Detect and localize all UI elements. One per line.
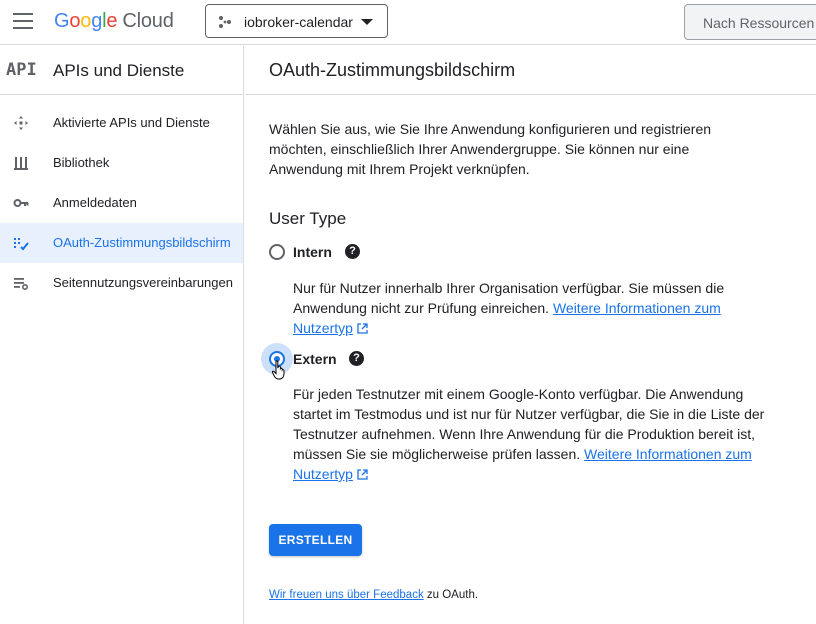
- sidebar-item-label: Anmeldedaten: [53, 195, 137, 210]
- external-link-icon: [357, 469, 368, 480]
- sidebar-header: API APIs und Dienste: [0, 46, 243, 95]
- chevron-down-icon: [361, 19, 373, 25]
- consent-screen-icon: [14, 238, 29, 251]
- sidebar-item-label: Aktivierte APIs und Dienste: [53, 115, 210, 130]
- sidebar-item-enabled-apis[interactable]: Aktivierte APIs und Dienste: [0, 103, 243, 143]
- sidebar-item-label: Bibliothek: [53, 155, 110, 170]
- sidebar-item-label: Seitennutzungsvereinbarungen: [53, 275, 233, 290]
- external-link-icon: [357, 323, 368, 334]
- radio-intern[interactable]: [269, 244, 285, 260]
- page-title: OAuth-Zustimmungsbildschirm: [269, 60, 516, 80]
- sidebar-item-credentials[interactable]: Anmeldedaten: [0, 183, 243, 223]
- key-icon: [13, 199, 29, 207]
- library-icon: [14, 157, 28, 170]
- main-header: OAuth-Zustimmungsbildschirm: [245, 46, 816, 95]
- diamond-arrows-icon: [14, 116, 28, 130]
- api-logo: API: [6, 60, 37, 80]
- sidebar-item-library[interactable]: Bibliothek: [0, 143, 243, 183]
- feedback-line: Wir freuen uns über Feedback zu OAuth.: [269, 589, 478, 601]
- sidebar-nav: Aktivierte APIs und Dienste Bibliothek A…: [0, 95, 243, 303]
- search-input[interactable]: [701, 14, 816, 32]
- top-bar: Google Cloud iobroker-calendar: [0, 0, 816, 45]
- project-hub-icon: [219, 16, 231, 28]
- search-box[interactable]: [684, 4, 816, 40]
- radio-extern-label[interactable]: Extern: [293, 351, 337, 367]
- sidebar-item-label: OAuth-Zustimmungsbildschirm: [53, 235, 231, 250]
- radio-extern[interactable]: [269, 351, 285, 367]
- intern-description: Nur für Nutzer innerhalb Ihrer Organisat…: [293, 278, 783, 338]
- google-cloud-logo[interactable]: Google Cloud: [54, 10, 174, 33]
- main-content: OAuth-Zustimmungsbildschirm Wählen Sie a…: [245, 46, 816, 624]
- project-picker[interactable]: iobroker-calendar: [205, 4, 388, 38]
- feedback-suffix: zu OAuth.: [423, 589, 479, 601]
- sidebar-title: APIs und Dienste: [53, 61, 185, 80]
- settings-list-icon: [14, 278, 29, 291]
- radio-intern-label[interactable]: Intern: [293, 244, 332, 260]
- project-name: iobroker-calendar: [244, 14, 353, 30]
- help-icon[interactable]: ?: [349, 351, 364, 366]
- create-button[interactable]: ERSTELLEN: [269, 524, 362, 556]
- intro-text: Wählen Sie aus, wie Sie Ihre Anwendung k…: [269, 121, 712, 177]
- help-icon[interactable]: ?: [345, 244, 360, 259]
- sidebar-item-page-usage-agreements[interactable]: Seitennutzungsvereinbarungen: [0, 263, 243, 303]
- sidebar: API APIs und Dienste Aktivierte APIs und…: [0, 46, 244, 624]
- sidebar-item-oauth-consent[interactable]: OAuth-Zustimmungsbildschirm: [0, 223, 243, 263]
- feedback-link[interactable]: Wir freuen uns über Feedback: [269, 589, 424, 601]
- hamburger-menu-icon[interactable]: [13, 13, 33, 29]
- extern-description: Für jeden Testnutzer mit einem Google-Ko…: [293, 384, 783, 484]
- user-type-heading: User Type: [269, 209, 347, 228]
